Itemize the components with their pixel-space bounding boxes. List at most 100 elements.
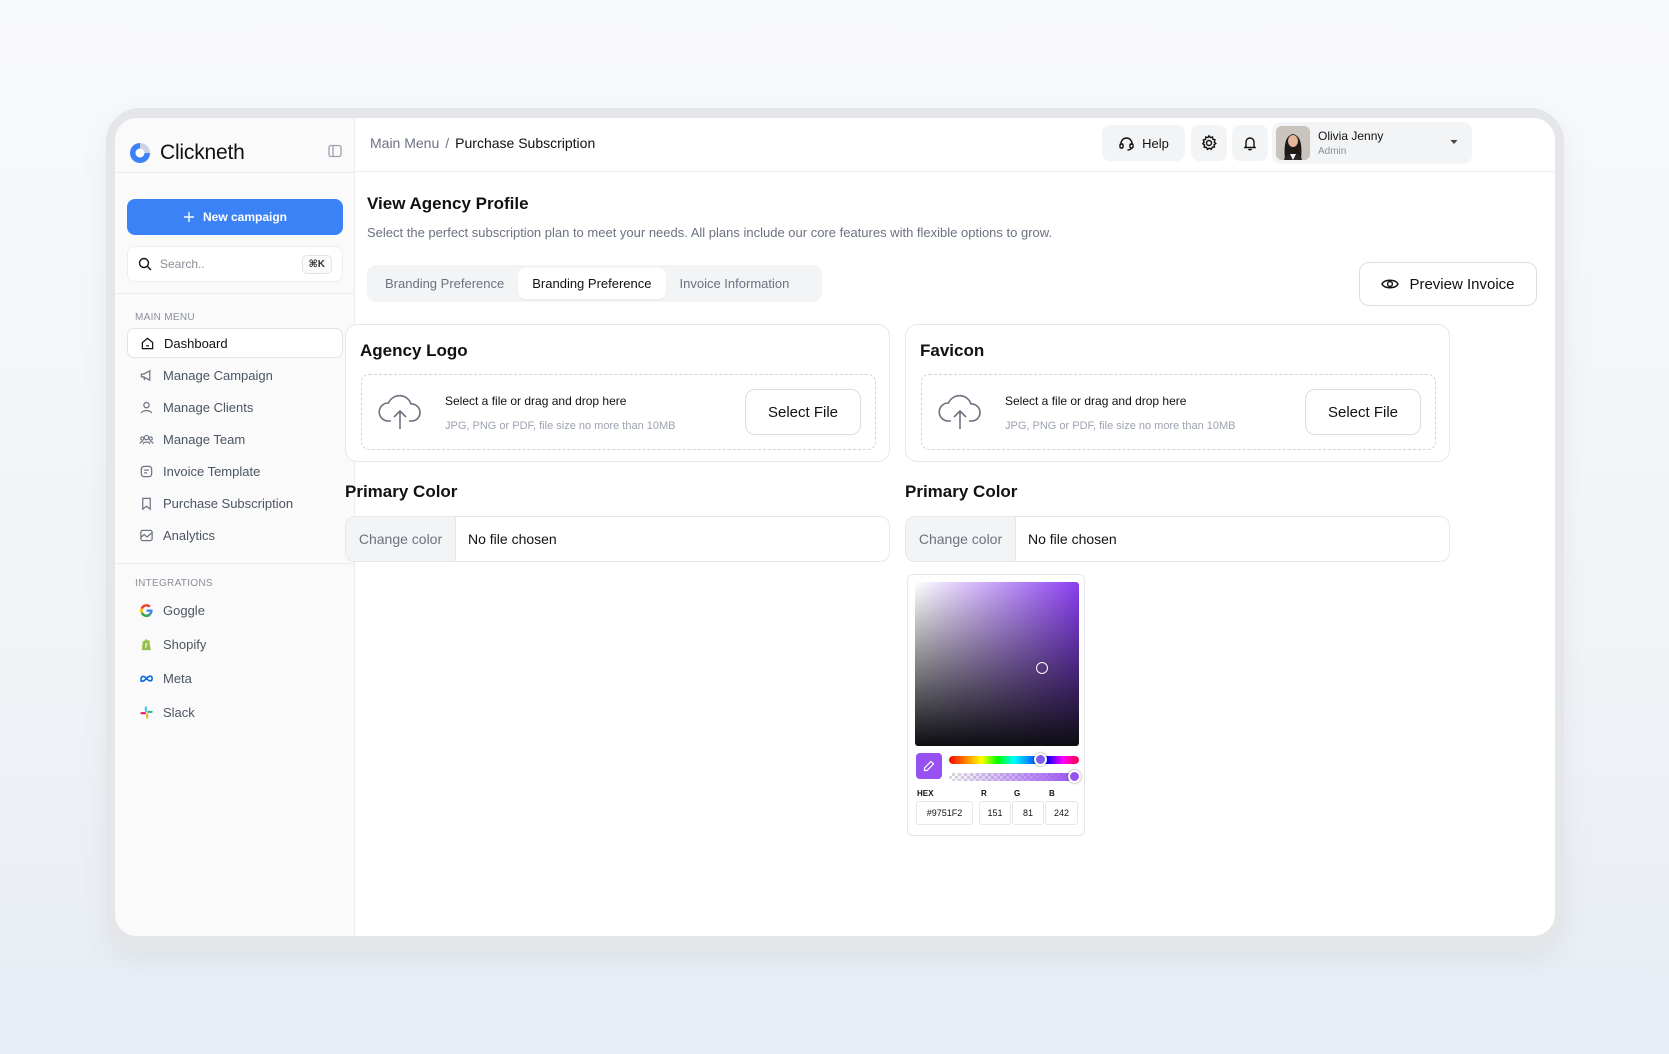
dropzone-hint: JPG, PNG or PDF, file size no more than …: [1005, 420, 1236, 432]
search-box[interactable]: ⌘K: [127, 246, 343, 282]
divider: [115, 563, 355, 564]
hue-slider[interactable]: [949, 753, 1079, 766]
sidebar-item-manage-team[interactable]: Manage Team: [127, 424, 343, 454]
card-title: Favicon: [920, 341, 985, 360]
new-campaign-label: New campaign: [202, 210, 288, 224]
alpha-handle[interactable]: [1068, 770, 1081, 783]
tab-bar: Branding Preference Branding Preference …: [367, 265, 822, 302]
sidebar-item-label: Goggle: [163, 602, 205, 618]
page-description: Select the perfect subscription plan to …: [367, 225, 1053, 240]
home-icon: [141, 337, 154, 349]
breadcrumb-parent[interactable]: Main Menu: [370, 135, 439, 151]
favicon-card: Favicon Select a file or drag and drop h…: [905, 324, 1450, 462]
b-label: B: [1049, 789, 1055, 798]
headset-icon: [1119, 136, 1134, 151]
agency-logo-card: Agency Logo Select a file or drag and dr…: [345, 324, 890, 462]
sidebar-item-manage-clients[interactable]: Manage Clients: [127, 392, 343, 422]
r-label: R: [981, 789, 987, 798]
app-name: Clickneth: [160, 141, 245, 164]
breadcrumb-current: Purchase Subscription: [455, 135, 596, 151]
sidebar-item-label: Dashboard: [164, 335, 228, 351]
cloud-upload-icon: [938, 394, 981, 429]
card-title: Agency Logo: [360, 341, 468, 360]
g-input[interactable]: 81: [1012, 801, 1044, 825]
sidebar-item-label: Invoice Template: [163, 463, 261, 479]
integrations-label: INTEGRATIONS: [135, 578, 213, 589]
tab-invoice-information[interactable]: Invoice Information: [666, 268, 804, 299]
clickneth-logo-icon: [128, 141, 152, 165]
change-color-button[interactable]: Change color: [346, 517, 456, 561]
google-icon: [140, 603, 153, 617]
new-campaign-button[interactable]: New campaign: [127, 199, 343, 235]
select-file-button[interactable]: Select File: [1305, 389, 1421, 435]
hex-input[interactable]: #9751F2: [916, 801, 973, 825]
sidebar-item-meta[interactable]: Meta: [127, 663, 343, 693]
sidebar-item-dashboard[interactable]: Dashboard: [127, 328, 343, 358]
sidebar-item-label: Manage Team: [163, 431, 246, 447]
search-icon: [138, 257, 152, 271]
settings-button[interactable]: [1191, 125, 1227, 161]
megaphone-icon: [140, 369, 151, 381]
sidebar-item-analytics[interactable]: Analytics: [127, 520, 343, 550]
invoice-icon: [140, 465, 153, 477]
tab-branding-preference-active[interactable]: Branding Preference: [518, 268, 666, 299]
change-color-button[interactable]: Change color: [906, 517, 1016, 561]
saturation-value-area[interactable]: [915, 582, 1079, 746]
preview-invoice-button[interactable]: Preview Invoice: [1359, 262, 1537, 306]
breadcrumb: Main Menu / Purchase Subscription: [370, 135, 595, 151]
sidebar-item-label: Shopify: [163, 636, 207, 652]
sidebar-item-manage-campaign[interactable]: Manage Campaign: [127, 360, 343, 390]
sidebar-item-shopify[interactable]: Shopify: [127, 629, 343, 659]
divider: [115, 172, 355, 173]
eyedropper-button[interactable]: [916, 753, 942, 779]
sidebar-toggle-icon[interactable]: [327, 143, 343, 159]
breadcrumb-separator: /: [445, 135, 450, 151]
chevron-down-icon: [1450, 140, 1458, 144]
eyedropper-icon: [923, 760, 935, 772]
color-picker: HEX R G B #9751F2 151 81 242: [907, 574, 1085, 836]
hue-handle[interactable]: [1034, 753, 1047, 766]
user-menu[interactable]: Olivia Jenny Admin: [1272, 122, 1472, 164]
sidebar-item-label: Manage Campaign: [163, 367, 273, 383]
app-window: Clickneth New campaign ⌘K MAIN MENU Dash…: [115, 118, 1555, 936]
file-dropzone[interactable]: Select a file or drag and drop here JPG,…: [921, 374, 1436, 450]
r-input[interactable]: 151: [979, 801, 1011, 825]
bell-icon: [1243, 137, 1257, 151]
slack-icon: [140, 705, 153, 719]
tab-branding-preference[interactable]: Branding Preference: [371, 268, 518, 299]
sidebar-item-google[interactable]: Goggle: [127, 595, 343, 625]
topbar: Main Menu / Purchase Subscription Help O…: [355, 118, 1555, 172]
help-button[interactable]: Help: [1102, 125, 1185, 161]
sidebar-item-label: Analytics: [163, 527, 216, 543]
dropzone-text: Select a file or drag and drop here: [1005, 394, 1187, 408]
hex-label: HEX: [917, 789, 934, 798]
select-file-button[interactable]: Select File: [745, 389, 861, 435]
dropzone-text: Select a file or drag and drop here: [445, 394, 627, 408]
search-shortcut: ⌘K: [301, 254, 332, 274]
user-icon: [140, 401, 153, 413]
meta-icon: [140, 674, 153, 682]
color-field-value: No file chosen: [468, 531, 557, 547]
sidebar-item-invoice-template[interactable]: Invoice Template: [127, 456, 343, 486]
sidebar-item-purchase-subscription[interactable]: Purchase Subscription: [127, 488, 343, 518]
shopify-icon: [141, 638, 151, 650]
b-input[interactable]: 242: [1045, 801, 1078, 825]
primary-color-title: Primary Color: [905, 482, 1018, 501]
chart-icon: [140, 529, 153, 541]
help-label: Help: [1142, 135, 1169, 151]
divider: [115, 293, 355, 294]
page-title: View Agency Profile: [367, 194, 529, 213]
primary-color-field[interactable]: Change color No file chosen: [345, 516, 890, 562]
preview-invoice-label: Preview Invoice: [1409, 275, 1515, 293]
saturation-handle[interactable]: [1036, 662, 1048, 674]
file-dropzone[interactable]: Select a file or drag and drop here JPG,…: [361, 374, 876, 450]
sidebar-item-slack[interactable]: Slack: [127, 697, 343, 727]
search-input[interactable]: [160, 257, 294, 271]
eye-icon: [1381, 279, 1400, 289]
notifications-button[interactable]: [1232, 125, 1268, 161]
gear-icon: [1201, 134, 1217, 151]
color-field-value: No file chosen: [1028, 531, 1117, 547]
cloud-upload-icon: [378, 394, 421, 429]
alpha-slider[interactable]: [949, 770, 1081, 783]
primary-color-field[interactable]: Change color No file chosen: [905, 516, 1450, 562]
